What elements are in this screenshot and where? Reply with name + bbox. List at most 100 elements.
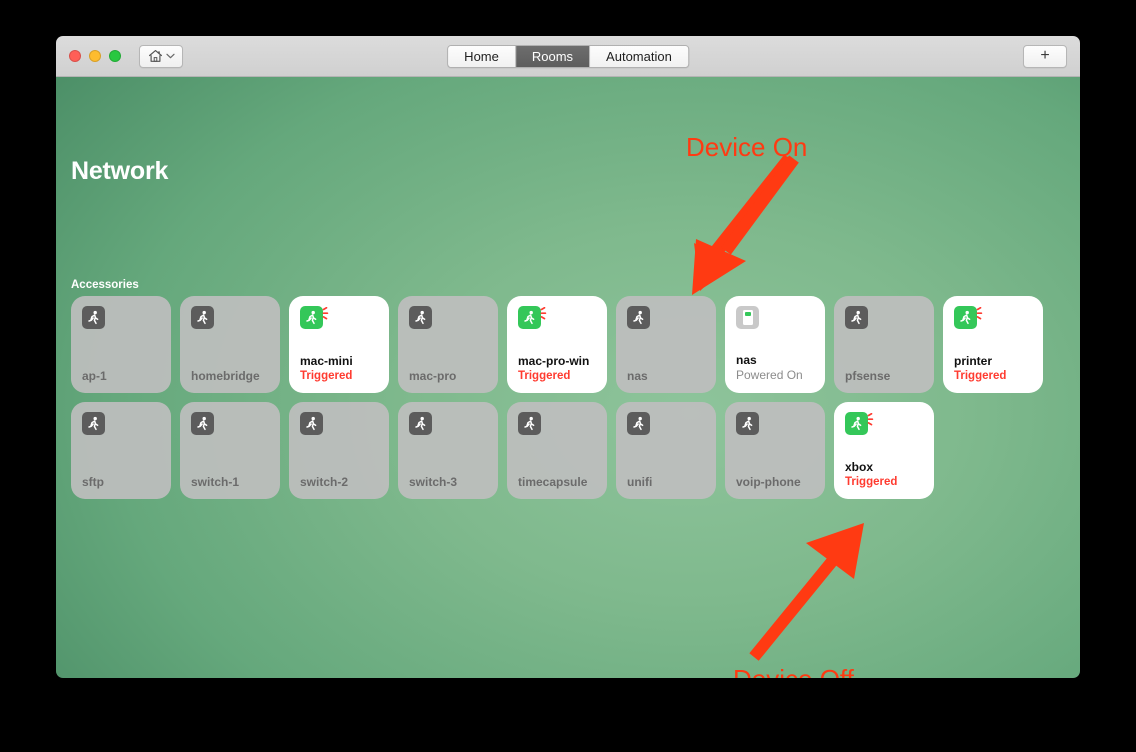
accessory-name: pfsense (845, 369, 891, 383)
outlet-icon (736, 306, 759, 329)
motion-waves-icon (976, 306, 987, 325)
accessories-section-label: Accessories (71, 279, 139, 291)
accessory-text: switch-3 (409, 475, 492, 490)
tab-automation[interactable]: Automation (590, 45, 688, 67)
accessory-tile[interactable]: mac-pro (398, 296, 498, 393)
accessory-icon-wrapper (191, 412, 214, 435)
annotation-arrow-up-right-icon (749, 523, 864, 661)
motion-waves-icon (322, 306, 333, 325)
accessory-text: pfsense (845, 369, 928, 384)
accessory-state: Triggered (300, 370, 353, 383)
accessory-text: homebridge (191, 369, 274, 384)
motion-waves-icon (540, 306, 551, 325)
accessory-text: mac-pro (409, 369, 492, 384)
accessory-name: mac-mini (300, 354, 353, 369)
motion-sensor-icon (409, 412, 432, 435)
accessory-name: switch-3 (409, 475, 458, 489)
motion-sensor-icon (191, 412, 214, 435)
chevron-down-icon (165, 53, 175, 59)
accessory-tile[interactable]: ap-1 (71, 296, 171, 393)
tab-rooms[interactable]: Rooms (515, 45, 591, 67)
accessory-grid: ap-1 homebridge mac-mini Triggered mac-pro ma… (71, 296, 1065, 499)
motion-sensor-icon (736, 412, 759, 435)
accessory-name: timecapsule (518, 475, 588, 489)
accessory-icon-wrapper (409, 306, 432, 329)
accessory-tile[interactable]: switch-1 (180, 402, 280, 499)
accessory-tile[interactable]: pfsense (834, 296, 934, 393)
screen: Home Rooms Automation + Network Accessor… (0, 0, 1136, 752)
accessory-name: nas (736, 353, 757, 368)
accessory-icon-wrapper (191, 306, 214, 329)
accessory-text: sftp (82, 475, 165, 490)
motion-sensor-icon (82, 306, 105, 329)
minimize-window-button[interactable] (89, 50, 101, 62)
accessory-tile[interactable]: unifi (616, 402, 716, 499)
window-titlebar: Home Rooms Automation + (56, 36, 1080, 77)
accessory-text: mac-pro-win Triggered (518, 354, 601, 384)
accessory-text: timecapsule (518, 475, 601, 490)
accessory-name: mac-pro-win (518, 354, 590, 369)
accessory-name: homebridge (191, 369, 260, 383)
accessory-tile[interactable]: nas Powered On (725, 296, 825, 393)
motion-sensor-icon (845, 306, 868, 329)
accessory-icon-wrapper (845, 412, 874, 435)
motion-sensor-icon (82, 412, 105, 435)
accessory-icon-wrapper (300, 306, 329, 329)
accessory-tile[interactable]: timecapsule (507, 402, 607, 499)
accessory-name: mac-pro (409, 369, 457, 383)
accessory-name: switch-1 (191, 475, 240, 489)
accessory-tile[interactable]: switch-2 (289, 402, 389, 499)
room-content: Network Accessories ap-1 homebridge mac-mi… (56, 77, 1080, 678)
accessory-text: voip-phone (736, 475, 819, 490)
annotation-device-on: Device On (686, 132, 808, 162)
accessory-state: Triggered (518, 370, 571, 383)
accessory-tile[interactable]: homebridge (180, 296, 280, 393)
accessory-state: Powered On (736, 368, 803, 383)
tab-home[interactable]: Home (448, 45, 516, 67)
motion-sensor-icon (300, 306, 323, 329)
motion-sensor-icon (518, 412, 541, 435)
accessory-tile[interactable]: xbox Triggered (834, 402, 934, 499)
motion-sensor-icon (300, 412, 323, 435)
accessory-text: nas (627, 369, 710, 384)
accessory-icon-wrapper (82, 412, 105, 435)
add-accessory-button[interactable]: + (1023, 44, 1067, 68)
accessory-text: unifi (627, 475, 710, 490)
view-tabs[interactable]: Home Rooms Automation (447, 44, 689, 68)
accessory-name: printer (954, 354, 993, 369)
accessory-icon-wrapper (736, 412, 759, 435)
accessory-name: xbox (845, 460, 874, 475)
accessory-tile[interactable]: sftp (71, 402, 171, 499)
accessory-name: unifi (627, 475, 653, 489)
outlet-led-icon (744, 311, 751, 316)
home-selector-button[interactable] (139, 44, 183, 68)
motion-sensor-icon (627, 306, 650, 329)
accessory-name: switch-2 (300, 475, 349, 489)
house-icon (148, 49, 163, 63)
motion-sensor-icon (627, 412, 650, 435)
accessory-name: nas (627, 369, 648, 383)
accessory-tile[interactable]: mac-pro-win Triggered (507, 296, 607, 393)
accessory-tile[interactable]: nas (616, 296, 716, 393)
accessory-text: switch-1 (191, 475, 274, 490)
accessory-icon-wrapper (736, 306, 759, 329)
accessory-icon-wrapper (954, 306, 983, 329)
accessory-icon-wrapper (82, 306, 105, 329)
motion-sensor-icon (845, 412, 868, 435)
accessory-tile[interactable]: mac-mini Triggered (289, 296, 389, 393)
accessory-tile[interactable]: printer Triggered (943, 296, 1043, 393)
motion-sensor-icon (954, 306, 977, 329)
accessory-tile[interactable]: switch-3 (398, 402, 498, 499)
accessory-state: Triggered (954, 370, 1007, 383)
close-window-button[interactable] (69, 50, 81, 62)
accessory-icon-wrapper (627, 412, 650, 435)
maximize-window-button[interactable] (109, 50, 121, 62)
motion-sensor-icon (409, 306, 432, 329)
accessory-name: voip-phone (736, 475, 801, 489)
app-window: Home Rooms Automation + Network Accessor… (56, 36, 1080, 678)
accessory-tile[interactable]: voip-phone (725, 402, 825, 499)
accessory-text: switch-2 (300, 475, 383, 490)
accessory-name: sftp (82, 475, 104, 489)
motion-sensor-icon (191, 306, 214, 329)
motion-waves-icon (867, 412, 878, 431)
